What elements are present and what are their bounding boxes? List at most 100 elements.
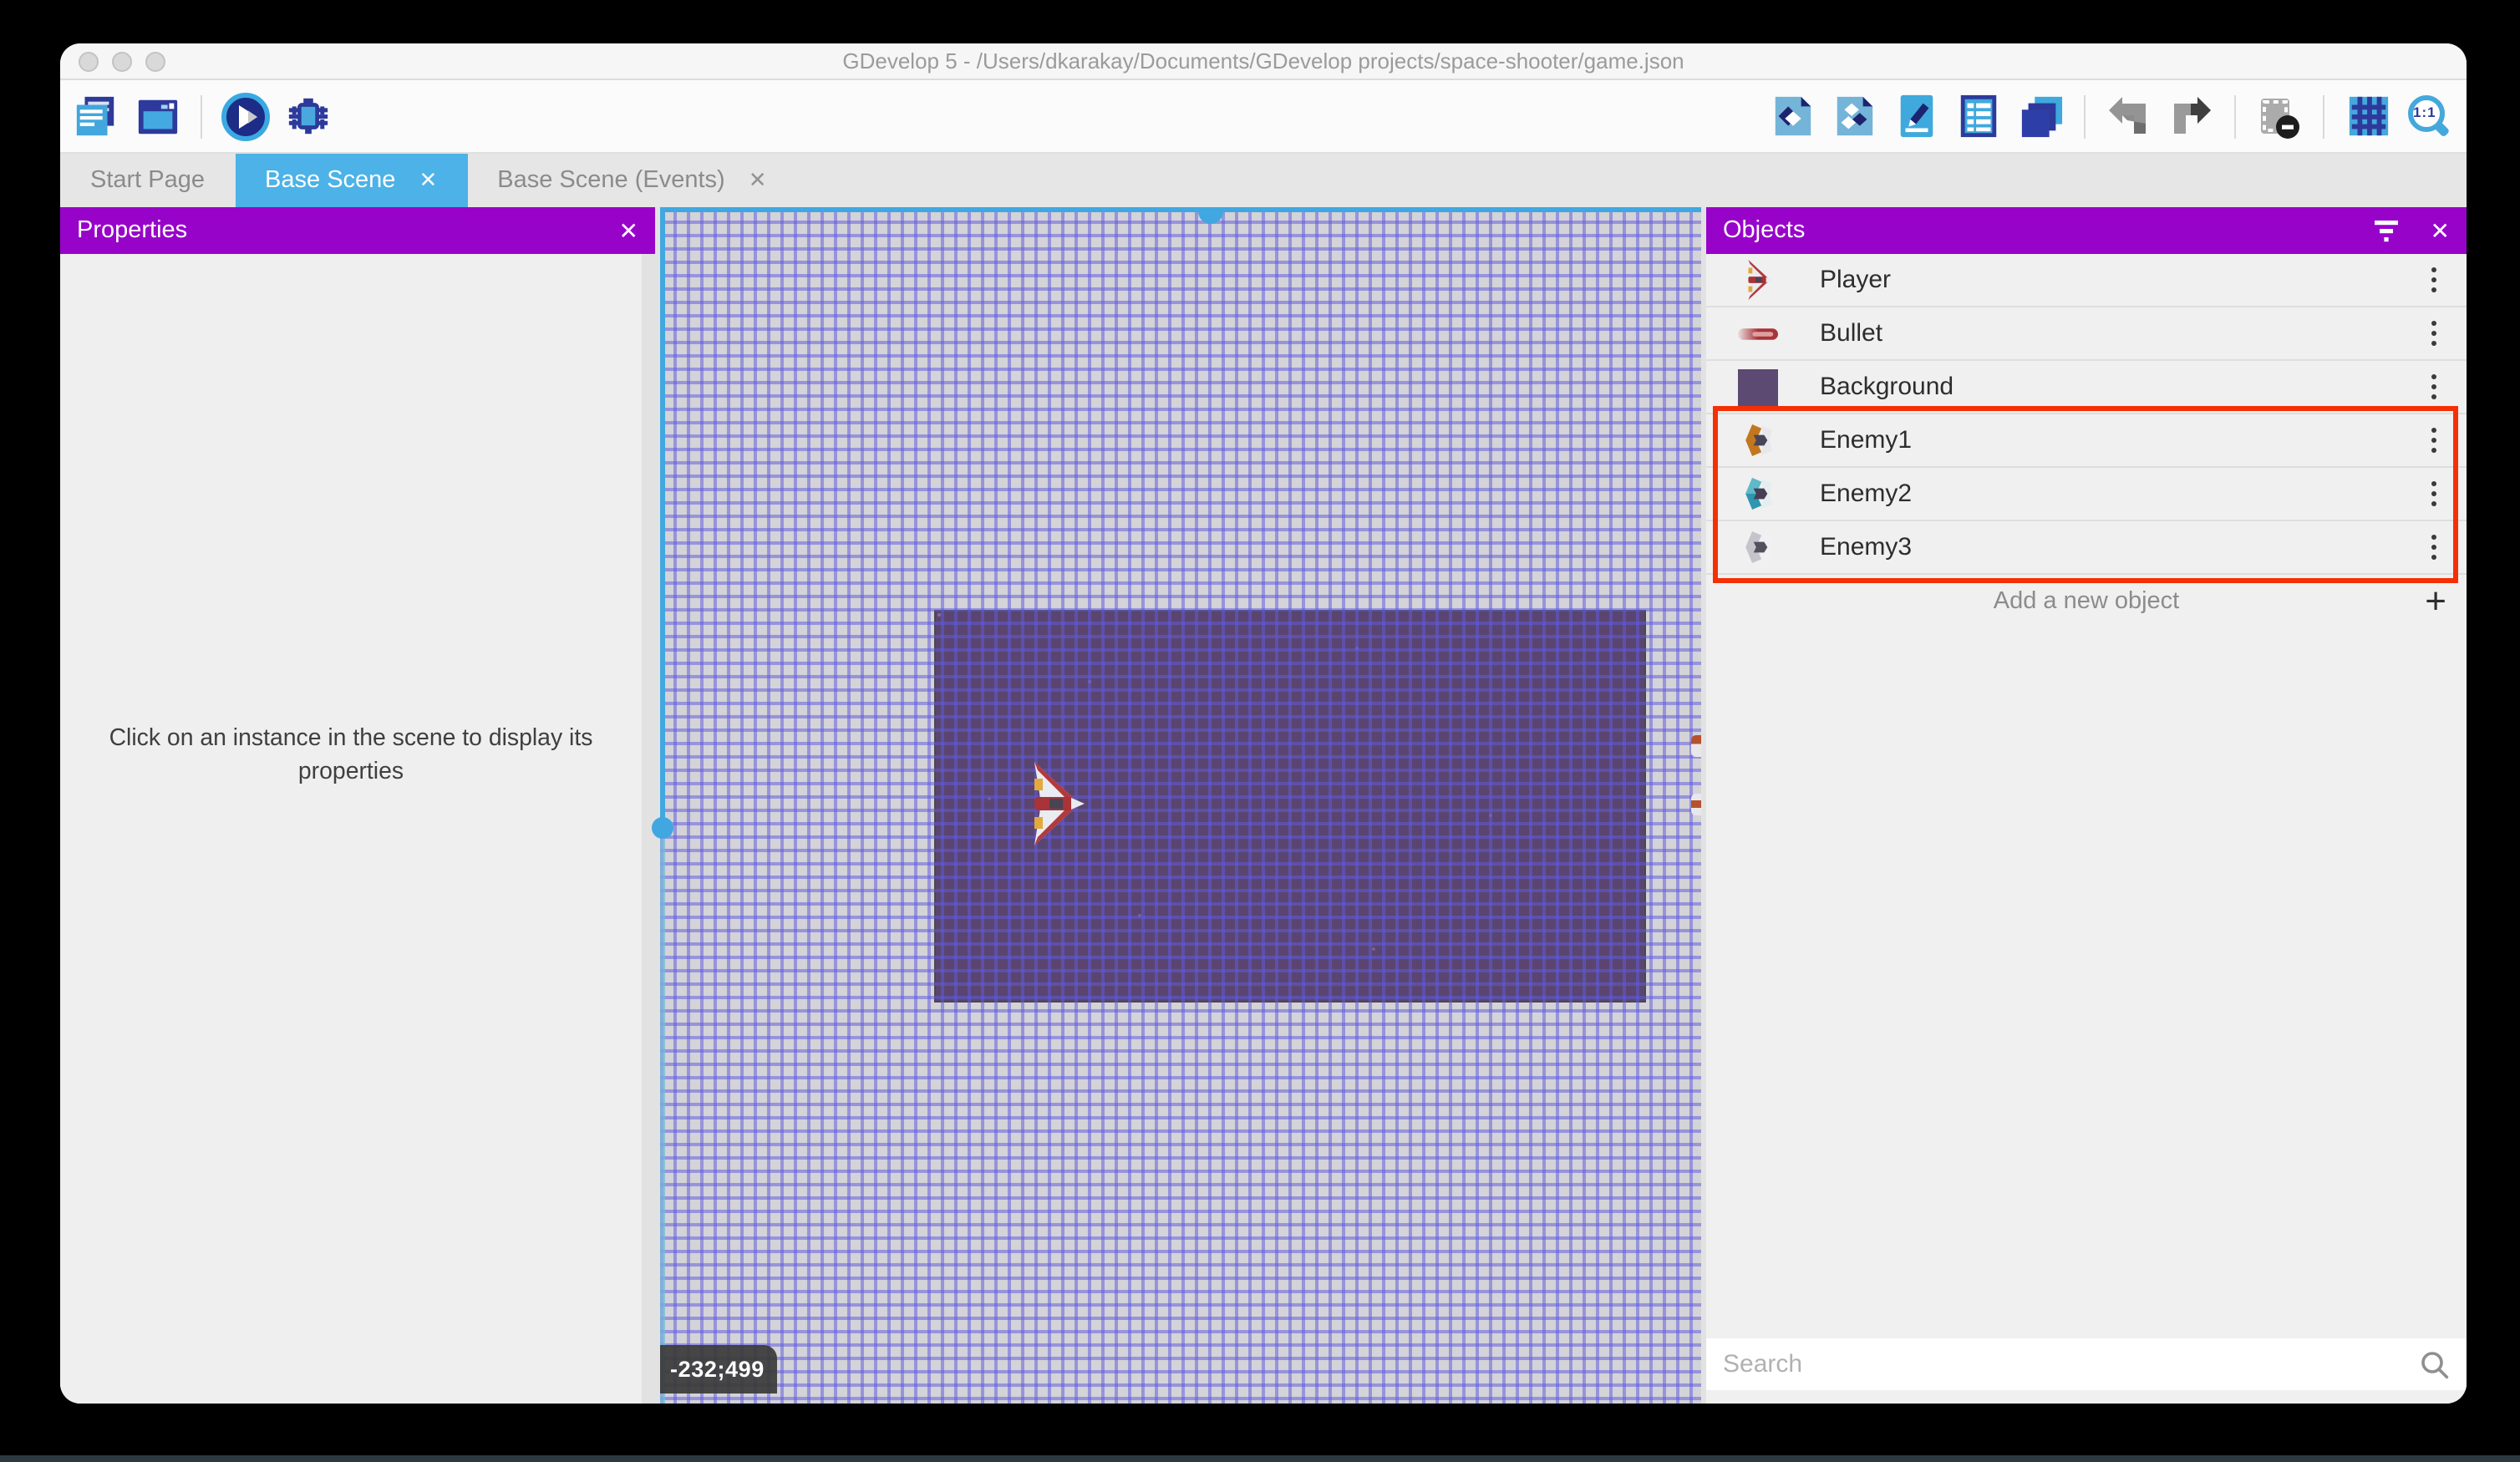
tab-base-scene-events[interactable]: Base Scene (Events) ✕ — [467, 154, 796, 207]
add-object-label: Add a new object — [1706, 588, 2467, 615]
properties-panel-title: Properties — [77, 217, 187, 244]
clipped-enemy-sprite — [1691, 735, 1701, 757]
object-label: Enemy3 — [1820, 533, 1912, 561]
tab-bar: Start Page Base Scene ✕ Base Scene (Even… — [60, 154, 2467, 207]
properties-panel: Properties ✕ Click on an instance in the… — [60, 207, 655, 1404]
objects-editor-icon — [1771, 94, 1815, 139]
redo-icon — [2167, 93, 2214, 140]
scene-top-border-line — [660, 207, 1701, 212]
toggle-mask-button[interactable] — [2254, 91, 2304, 141]
objects-panel-title: Objects — [1723, 217, 1805, 244]
zoom-original-button[interactable]: 1:1 — [2405, 91, 2455, 141]
close-panel-button[interactable]: ✕ — [2431, 216, 2450, 245]
enemy3-object-icon — [1738, 525, 1778, 569]
background-object-icon — [1738, 365, 1778, 409]
object-label: Background — [1820, 373, 1954, 401]
object-menu-button[interactable] — [2425, 261, 2443, 298]
object-row-background[interactable]: Background — [1706, 361, 2467, 414]
zoom-window-button[interactable] — [145, 51, 165, 71]
enemy2-object-icon — [1738, 472, 1778, 515]
object-menu-button[interactable] — [2425, 368, 2443, 405]
clipped-enemy-sprite — [1691, 794, 1701, 815]
object-label: Enemy1 — [1820, 426, 1912, 454]
toolbar-separator — [2323, 94, 2324, 138]
minimize-window-button[interactable] — [112, 51, 132, 71]
object-row-player[interactable]: Player — [1706, 254, 2467, 307]
enemy1-object-icon — [1738, 419, 1778, 462]
scene-left-border-line — [660, 207, 665, 827]
project-manager-button[interactable] — [70, 91, 120, 141]
tab-label: Base Scene (Events) — [497, 167, 724, 194]
open-scene-properties-button[interactable] — [1892, 91, 1942, 141]
close-panel-button[interactable]: ✕ — [619, 216, 638, 245]
properties-empty-message: Click on an instance in the scene to dis… — [99, 722, 603, 789]
object-search-box — [1706, 1338, 2467, 1390]
traffic-lights — [79, 43, 165, 79]
redo-button[interactable] — [2166, 91, 2216, 141]
toolbar-separator — [201, 94, 202, 138]
properties-panel-body: Click on an instance in the scene to dis… — [60, 254, 642, 1404]
debug-button[interactable] — [282, 91, 333, 141]
tab-base-scene[interactable]: Base Scene ✕ — [235, 154, 467, 207]
close-tab-icon[interactable]: ✕ — [749, 167, 767, 194]
objects-panel: Objects ✕ — [1706, 207, 2467, 1404]
main-toolbar: 1:1 — [60, 80, 2467, 154]
window-title: GDevelop 5 - /Users/dkarakay/Documents/G… — [842, 48, 1684, 74]
object-menu-button[interactable] — [2425, 475, 2443, 512]
start-page-button[interactable] — [132, 91, 182, 141]
scene-left-border-line-faded — [660, 827, 665, 1404]
instances-list-icon — [1957, 94, 2000, 139]
toolbar-separator — [2084, 94, 2086, 138]
cursor-coordinates-badge: -232;499 — [660, 1345, 777, 1393]
search-icon[interactable] — [2420, 1349, 2450, 1379]
debug-bug-icon — [285, 94, 330, 139]
add-object-row[interactable]: Add a new object + — [1706, 575, 2467, 628]
toggle-grid-button[interactable] — [2343, 91, 2393, 141]
title-bar[interactable]: GDevelop 5 - /Users/dkarakay/Documents/G… — [60, 43, 2467, 80]
bullet-object-icon — [1738, 312, 1778, 355]
player-instance[interactable] — [1024, 760, 1085, 847]
toolbar-right-group: 1:1 — [1768, 91, 2455, 141]
tab-label: Start Page — [90, 167, 205, 194]
scene-canvas[interactable]: -232;499 — [660, 207, 1701, 1404]
tab-label: Base Scene — [265, 167, 395, 194]
zoom-ratio-label: 1:1 — [2413, 104, 2436, 120]
close-window-button[interactable] — [79, 51, 99, 71]
mask-window-icon — [2256, 93, 2303, 140]
canvas-grid — [660, 207, 1701, 1404]
undo-button[interactable] — [2104, 91, 2154, 141]
object-row-enemy3[interactable]: Enemy3 — [1706, 521, 2467, 575]
object-menu-button[interactable] — [2425, 314, 2443, 352]
object-label: Bullet — [1820, 319, 1882, 348]
close-tab-icon[interactable]: ✕ — [419, 167, 437, 194]
open-objects-editor-button[interactable] — [1768, 91, 1818, 141]
scene-border-handle-left[interactable] — [652, 817, 673, 839]
object-search-input[interactable] — [1706, 1350, 2420, 1378]
filter-icon[interactable] — [2374, 219, 2401, 242]
play-icon — [221, 91, 271, 141]
object-row-bullet[interactable]: Bullet — [1706, 307, 2467, 361]
scene-properties-icon — [1895, 94, 1938, 139]
play-button[interactable] — [221, 91, 271, 141]
object-row-enemy2[interactable]: Enemy2 — [1706, 468, 2467, 521]
layers-icon — [2018, 94, 2063, 139]
properties-panel-header: Properties ✕ — [60, 207, 655, 254]
player-object-icon — [1738, 258, 1778, 302]
toolbar-separator — [2234, 94, 2236, 138]
object-menu-button[interactable] — [2425, 421, 2443, 459]
toolbar-left-group — [70, 91, 333, 141]
add-object-plus-icon[interactable]: + — [2425, 583, 2446, 620]
object-groups-icon — [1833, 94, 1877, 139]
gdevelop-window: GDevelop 5 - /Users/dkarakay/Documents/G… — [60, 43, 2467, 1404]
open-layers-editor-button[interactable] — [2015, 91, 2065, 141]
open-object-groups-button[interactable] — [1830, 91, 1880, 141]
tab-start-page[interactable]: Start Page — [60, 154, 235, 207]
object-label: Enemy2 — [1820, 480, 1912, 508]
screenshot-stage: GDevelop 5 - /Users/dkarakay/Documents/G… — [0, 0, 2520, 1462]
object-row-enemy1[interactable]: Enemy1 — [1706, 414, 2467, 468]
editor-content: Properties ✕ Click on an instance in the… — [60, 207, 2467, 1404]
open-instances-list-button[interactable] — [1954, 91, 2004, 141]
object-menu-button[interactable] — [2425, 528, 2443, 566]
project-manager-icon — [73, 94, 118, 139]
grid-icon — [2345, 94, 2390, 139]
